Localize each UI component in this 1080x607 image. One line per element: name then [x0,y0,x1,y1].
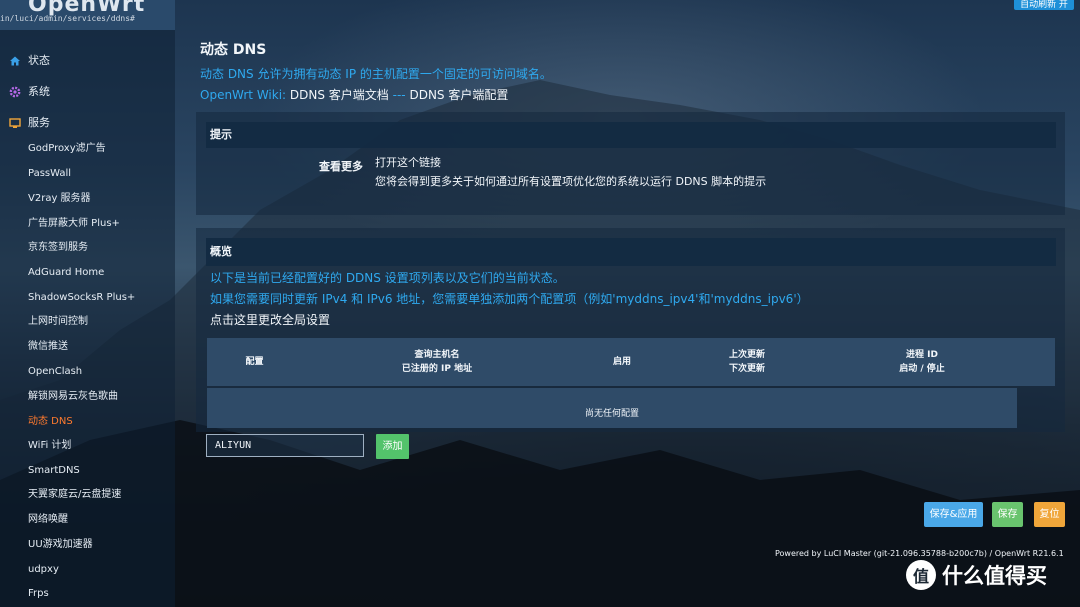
add-button[interactable]: 添加 [376,434,409,459]
watermark-text: 什么值得买 [942,564,1047,588]
watermark-logo-icon: 值 [906,560,936,590]
sidebar-item-godproxy[interactable]: GodProxy滤广告 [28,139,106,159]
page-description: 动态 DNS 允许为拥有动态 IP 的主机配置一个固定的可访问域名。 [200,67,552,81]
col-last-update: 上次更新 下次更新 [728,350,765,374]
site-watermark: 值 什么值得买 [906,560,1047,590]
overview-intro: 以下是当前已经配置好的 DDNS 设置项列表以及它们的当前状态。 [210,271,565,285]
sidebar-item-status[interactable]: 状态 [8,50,50,72]
sidebar-item-tianyi-cloud[interactable]: 天翼家庭云/云盘提速 [28,485,121,505]
hint-link[interactable]: 打开这个链接 [375,154,441,170]
sidebar-item-unblock-music[interactable]: 解锁网易云灰色歌曲 [28,387,118,407]
wiki-links: OpenWrt Wiki: DDNS 客户端文档 --- DDNS 客户端配置 [200,86,508,103]
sidebar-item-label: 服务 [28,116,50,129]
auto-refresh-button[interactable]: 自动刷新 开 [1014,0,1074,10]
page-title: 动态 DNS [200,42,267,58]
sidebar-item-uu-game[interactable]: UU游戏加速器 [28,535,93,555]
empty-table-row: 尚无任何配置 [207,388,1017,428]
col-hostname: 查询主机名 已注册的 IP 地址 [401,350,473,374]
sidebar-item-jd-signin[interactable]: 京东签到服务 [28,238,88,258]
global-settings-link[interactable]: 点击这里更改全局设置 [210,311,330,328]
save-button[interactable]: 保存 [992,502,1023,527]
gear-icon [8,86,21,99]
hint-label: 查看更多 [319,160,363,173]
sidebar-item-adblock-plus[interactable]: 广告屏蔽大师 Plus+ [28,214,120,234]
col-config: 配置 [245,357,264,367]
sidebar-item-wechat-push[interactable]: 微信推送 [28,337,68,357]
services-icon [8,117,21,130]
sidebar-item-frps[interactable]: Frps [28,584,49,604]
sidebar-item-ddns[interactable]: 动态 DNS [28,412,73,432]
col-pid: 进程 ID 启动 / 停止 [899,350,945,374]
sidebar-item-services[interactable]: 服务 [8,112,50,134]
wiki-separator: --- [392,88,406,102]
sidebar-item-udpxy[interactable]: udpxy [28,560,59,580]
sidebar-item-passwall[interactable]: PassWall [28,164,71,184]
sidebar-item-ssr-plus[interactable]: ShadowSocksR Plus+ [28,288,135,308]
hint-heading: 提示 [206,122,1056,148]
sidebar-item-openclash[interactable]: OpenClash [28,362,82,382]
sidebar-item-label: 系统 [28,85,50,98]
table-header: 配置 查询主机名 已注册的 IP 地址 启用 上次更新 下次更新 进程 ID 启… [207,338,1055,386]
sidebar-item-wifi-schedule[interactable]: WiFi 计划 [28,436,71,456]
sidebar-item-system[interactable]: 系统 [8,81,50,103]
new-config-input[interactable]: ALIYUN [206,434,364,457]
wiki-doc-link[interactable]: DDNS 客户端文档 [290,88,389,102]
overview-heading: 概览 [206,238,1056,266]
sidebar-item-label: 状态 [28,54,50,67]
save-apply-button[interactable]: 保存&应用 [924,502,983,527]
home-icon [8,55,21,68]
col-enabled: 启用 [612,357,631,367]
reset-button[interactable]: 复位 [1034,502,1065,527]
sidebar-item-wol[interactable]: 网络唤醒 [28,510,68,530]
sidebar-item-smartdns[interactable]: SmartDNS [28,461,80,481]
url-text: in/luci/admin/services/ddns# [0,14,135,23]
sidebar-item-time-control[interactable]: 上网时间控制 [28,312,88,332]
footer-text: Powered by LuCI Master (git-21.096.35788… [775,549,1064,558]
hint-text: 您将会得到更多关于如何通过所有设置项优化您的系统以运行 DDNS 脚本的提示 [375,175,767,188]
sidebar-item-adguard[interactable]: AdGuard Home [28,263,104,283]
wiki-config-link[interactable]: DDNS 客户端配置 [409,88,508,102]
overview-ipv-note: 如果您需要同时更新 IPv4 和 IPv6 地址，您需要单独添加两个配置项（例如… [210,292,809,306]
main-content: 动态 DNS 动态 DNS 允许为拥有动态 IP 的主机配置一个固定的可访问域名… [175,30,1080,607]
sidebar-item-v2ray[interactable]: V2ray 服务器 [28,189,91,209]
top-bar: OpenWrt in/luci/admin/services/ddns# [0,0,175,30]
wiki-link[interactable]: OpenWrt Wiki: [200,88,286,102]
